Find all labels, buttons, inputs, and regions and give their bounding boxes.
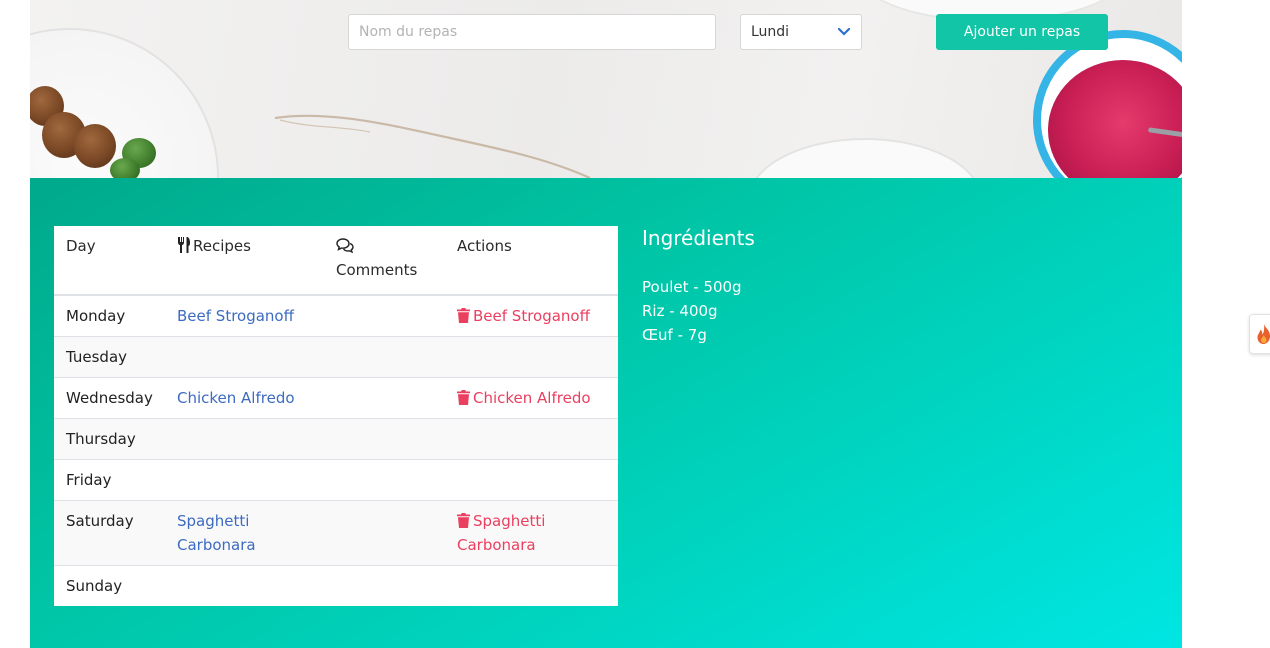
trash-icon — [457, 390, 470, 405]
add-meal-button[interactable]: Ajouter un repas — [936, 14, 1108, 50]
comment-cell — [324, 460, 445, 501]
header-recipes: Recipes — [165, 226, 324, 295]
table-row-sunday: Sunday — [54, 565, 618, 607]
header-recipes-label: Recipes — [193, 237, 251, 255]
planner-section: Day Recipes Comments Actions Monday Beef… — [30, 178, 1182, 648]
meal-table: Day Recipes Comments Actions Monday Beef… — [54, 226, 618, 606]
day-cell: Sunday — [66, 577, 123, 595]
table-row-monday: Monday Beef Stroganoff Beef Stroganoff — [54, 295, 618, 337]
table-row-thursday: Thursday — [54, 418, 618, 460]
day-cell: Thursday — [66, 430, 136, 448]
meal-name-input[interactable] — [348, 14, 716, 50]
recipe-link[interactable]: Spaghetti Carbonara — [177, 512, 256, 554]
day-cell: Tuesday — [66, 348, 128, 366]
recipe-cell: Beef Stroganoff — [165, 295, 324, 337]
ingredients-title: Ingrédients — [642, 226, 755, 250]
day-cell: Wednesday — [66, 389, 153, 407]
ingredients-list: Poulet - 500g Riz - 400g Œuf - 7g — [642, 275, 742, 347]
recipe-cell — [165, 337, 324, 378]
side-widget-button[interactable] — [1249, 314, 1270, 354]
ingredient-item: Poulet - 500g — [642, 278, 742, 296]
hero-banner: Lundi Ajouter un repas — [30, 0, 1182, 178]
table-row-wednesday: Wednesday Chicken Alfredo Chicken Alfred… — [54, 377, 618, 419]
header-comments: Comments — [324, 226, 445, 295]
action-cell — [445, 337, 618, 378]
broccoli-image — [110, 158, 140, 178]
recipe-cell — [165, 419, 324, 460]
comments-icon — [336, 238, 354, 253]
recipe-link[interactable]: Beef Stroganoff — [177, 307, 294, 325]
header-actions-label: Actions — [457, 237, 512, 255]
delete-meal-button[interactable]: Chicken Alfredo — [457, 389, 591, 407]
comment-cell — [324, 337, 445, 378]
meatball-image — [74, 124, 116, 168]
comment-cell — [324, 378, 445, 419]
delete-meal-button[interactable]: Spaghetti Carbonara — [457, 512, 545, 554]
action-cell: Spaghetti Carbonara — [445, 501, 618, 566]
day-cell: Saturday — [66, 512, 134, 530]
recipe-link[interactable]: Chicken Alfredo — [177, 389, 295, 407]
utensils-icon — [178, 237, 190, 253]
ingredient-item: Riz - 400g — [642, 302, 718, 320]
meal-table-card: Day Recipes Comments Actions Monday Beef… — [54, 226, 618, 606]
comment-cell — [324, 501, 445, 566]
delete-meal-button[interactable]: Beef Stroganoff — [457, 307, 590, 325]
header-comments-label: Comments — [336, 261, 418, 279]
recipe-cell: Spaghetti Carbonara — [165, 501, 324, 566]
page: Lundi Ajouter un repas Day Recipes — [30, 0, 1182, 648]
header-day-label: Day — [66, 237, 96, 255]
action-cell: Chicken Alfredo — [445, 378, 618, 419]
comment-cell — [324, 419, 445, 460]
delete-meal-label: Chicken Alfredo — [473, 389, 591, 407]
trash-icon — [457, 308, 470, 323]
table-row-saturday: Saturday Spaghetti Carbonara Spaghetti C… — [54, 500, 618, 566]
trash-icon — [457, 513, 470, 528]
header-day: Day — [54, 226, 165, 295]
action-cell — [445, 566, 618, 607]
day-select[interactable]: Lundi — [740, 14, 862, 50]
comment-cell — [324, 566, 445, 607]
delete-meal-label: Spaghetti Carbonara — [457, 512, 546, 554]
action-cell: Beef Stroganoff — [445, 295, 618, 337]
delete-meal-label: Beef Stroganoff — [473, 307, 590, 325]
day-cell: Monday — [66, 307, 126, 325]
flame-icon — [1257, 324, 1270, 344]
chevron-down-icon — [837, 27, 851, 36]
table-row-tuesday: Tuesday — [54, 336, 618, 378]
comment-cell — [324, 295, 445, 337]
header-actions: Actions — [445, 226, 618, 295]
table-row-friday: Friday — [54, 459, 618, 501]
recipe-cell — [165, 460, 324, 501]
day-cell: Friday — [66, 471, 112, 489]
action-cell — [445, 419, 618, 460]
ingredient-item: Œuf - 7g — [642, 326, 707, 344]
day-select-value: Lundi — [751, 24, 790, 40]
recipe-cell — [165, 566, 324, 607]
recipe-cell: Chicken Alfredo — [165, 378, 324, 419]
table-header-row: Day Recipes Comments Actions — [54, 226, 618, 295]
action-cell — [445, 460, 618, 501]
